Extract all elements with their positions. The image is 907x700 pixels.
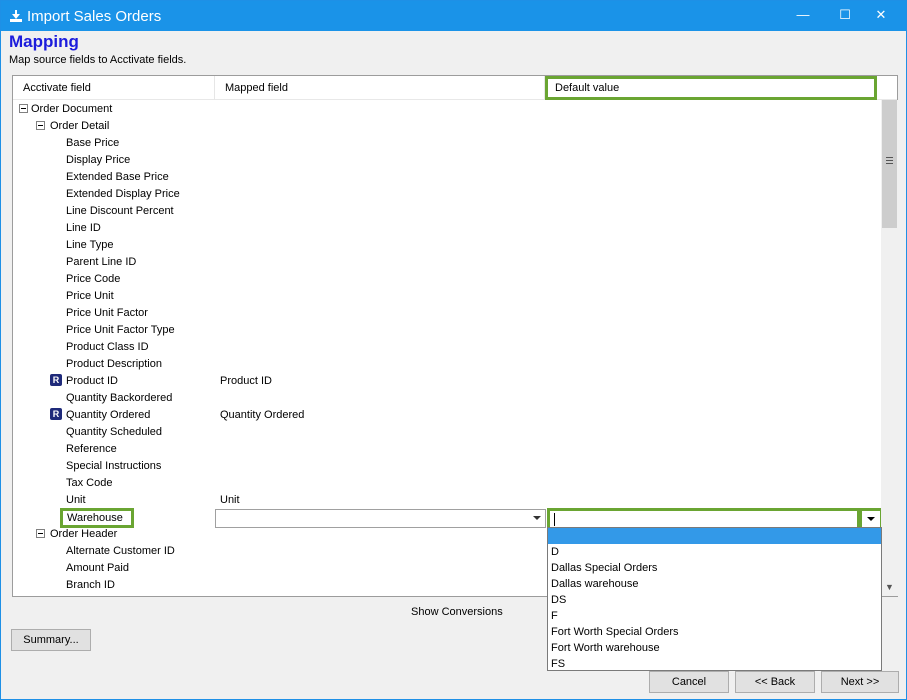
page-title: Mapping — [9, 32, 79, 51]
collapse-icon[interactable] — [36, 529, 45, 538]
field-label: Line Discount Percent — [66, 205, 174, 217]
table-row[interactable]: Parent Line ID — [13, 254, 881, 271]
field-label: Product Description — [66, 358, 162, 370]
table-row[interactable]: Line Type — [13, 237, 881, 254]
mapped-field-value: Unit — [220, 494, 240, 506]
field-label: Product Class ID — [66, 341, 149, 353]
dropdown-option[interactable] — [548, 528, 881, 544]
title-bar: Import Sales Orders — ☐ ✕ — [1, 1, 906, 31]
cancel-button[interactable]: Cancel — [649, 671, 729, 693]
table-row[interactable]: Quantity Scheduled — [13, 424, 881, 441]
back-button[interactable]: << Back — [735, 671, 815, 693]
chevron-down-icon[interactable] — [533, 516, 541, 520]
table-row[interactable]: Base Price — [13, 135, 881, 152]
collapse-icon[interactable] — [36, 121, 45, 130]
next-button[interactable]: Next >> — [821, 671, 899, 693]
grid-header: Acctivate field Mapped field Default val… — [13, 76, 897, 100]
show-conversions-label[interactable]: Show Conversions — [411, 606, 503, 618]
dropdown-option[interactable]: Fort Worth Special Orders — [548, 624, 881, 640]
table-row[interactable]: Price Unit Factor Type — [13, 322, 881, 339]
default-value-dropdown-list[interactable]: D Dallas Special Orders Dallas warehouse DS… — [547, 527, 882, 671]
field-label: Price Code — [66, 273, 121, 285]
table-row[interactable]: Display Price — [13, 152, 881, 169]
table-row[interactable]: Reference — [13, 441, 881, 458]
vertical-scrollbar[interactable]: ▼ — [881, 100, 898, 596]
table-row[interactable]: Line Discount Percent — [13, 203, 881, 220]
field-label: Unit — [66, 494, 86, 506]
table-row[interactable]: Product Class ID — [13, 339, 881, 356]
header-activate-field[interactable]: Acctivate field — [13, 76, 215, 100]
field-label: Branch ID — [66, 579, 115, 591]
dropdown-option[interactable]: Dallas warehouse — [548, 576, 881, 592]
table-row[interactable]: R Quantity Ordered Quantity Ordered — [13, 407, 881, 424]
grip-icon — [886, 157, 893, 164]
chevron-down-icon — [867, 517, 875, 521]
minimize-button[interactable]: — — [786, 1, 820, 31]
close-button[interactable]: ✕ — [864, 1, 898, 31]
field-label: Price Unit Factor — [66, 307, 148, 319]
table-row[interactable]: Order Document — [13, 101, 881, 118]
scroll-down-icon[interactable]: ▼ — [881, 579, 898, 596]
field-label: Tax Code — [66, 477, 113, 489]
field-label: Order Detail — [50, 120, 110, 132]
field-label: Order Header — [50, 528, 118, 540]
field-label: Amount Paid — [66, 562, 129, 574]
text-caret — [554, 513, 555, 526]
dropdown-option[interactable]: DS — [548, 592, 881, 608]
field-label: Quantity Backordered — [66, 392, 173, 404]
import-icon — [10, 10, 22, 22]
collapse-icon[interactable] — [19, 104, 28, 113]
dropdown-option[interactable]: D — [548, 544, 881, 560]
field-label: Display Price — [66, 154, 131, 166]
page-subtitle: Map source fields to Acctivate fields. — [9, 54, 187, 66]
field-label: Quantity Ordered — [66, 409, 151, 421]
required-field-icon: R — [50, 408, 62, 420]
table-row[interactable]: Order Detail — [13, 118, 881, 135]
field-label: Parent Line ID — [66, 256, 137, 268]
field-label: Quantity Scheduled — [66, 426, 163, 438]
table-row[interactable]: R Product ID Product ID — [13, 373, 881, 390]
table-row[interactable]: Line ID — [13, 220, 881, 237]
warehouse-label[interactable]: Warehouse — [60, 508, 134, 528]
table-row[interactable]: Price Unit Factor — [13, 305, 881, 322]
import-window: Import Sales Orders — ☐ ✕ Mapping Map so… — [0, 0, 907, 700]
header-default-value[interactable]: Default value — [545, 76, 877, 100]
mapped-field-value: Product ID — [220, 375, 272, 387]
header-mapped-field[interactable]: Mapped field — [215, 76, 545, 100]
dropdown-option[interactable]: Fort Worth warehouse — [548, 640, 881, 656]
required-field-icon: R — [50, 374, 62, 386]
table-row[interactable]: Product Description — [13, 356, 881, 373]
table-row[interactable]: Price Code — [13, 271, 881, 288]
field-label: Order Document — [31, 103, 113, 115]
table-row[interactable]: Special Instructions — [13, 458, 881, 475]
table-row[interactable]: Tax Code — [13, 475, 881, 492]
field-label: Price Unit — [66, 290, 114, 302]
table-row[interactable]: Extended Display Price — [13, 186, 881, 203]
mapping-grid: Acctivate field Mapped field Default val… — [12, 75, 898, 597]
table-row[interactable]: Quantity Backordered — [13, 390, 881, 407]
maximize-button[interactable]: ☐ — [828, 1, 862, 31]
window-title: Import Sales Orders — [27, 8, 162, 25]
field-label: Price Unit Factor Type — [66, 324, 175, 336]
dropdown-option[interactable]: F — [548, 608, 881, 624]
field-label: Alternate Customer ID — [66, 545, 175, 557]
field-label: Extended Base Price — [66, 171, 169, 183]
field-label: Line ID — [66, 222, 101, 234]
table-row[interactable]: Extended Base Price — [13, 169, 881, 186]
summary-button[interactable]: Summary... — [11, 629, 91, 651]
table-row[interactable]: Unit Unit — [13, 492, 881, 509]
field-label: Line Type — [66, 239, 114, 251]
field-label: Extended Display Price — [66, 188, 180, 200]
dropdown-option[interactable]: FS — [548, 656, 881, 670]
field-label: Base Price — [66, 137, 120, 149]
mapped-field-value: Quantity Ordered — [220, 409, 305, 421]
table-row[interactable]: Price Unit — [13, 288, 881, 305]
dropdown-option[interactable]: Dallas Special Orders — [548, 560, 881, 576]
field-label: Product ID — [66, 375, 118, 387]
field-label: Reference — [66, 443, 117, 455]
field-label: Special Instructions — [66, 460, 162, 472]
scrollbar-thumb[interactable] — [882, 100, 897, 228]
